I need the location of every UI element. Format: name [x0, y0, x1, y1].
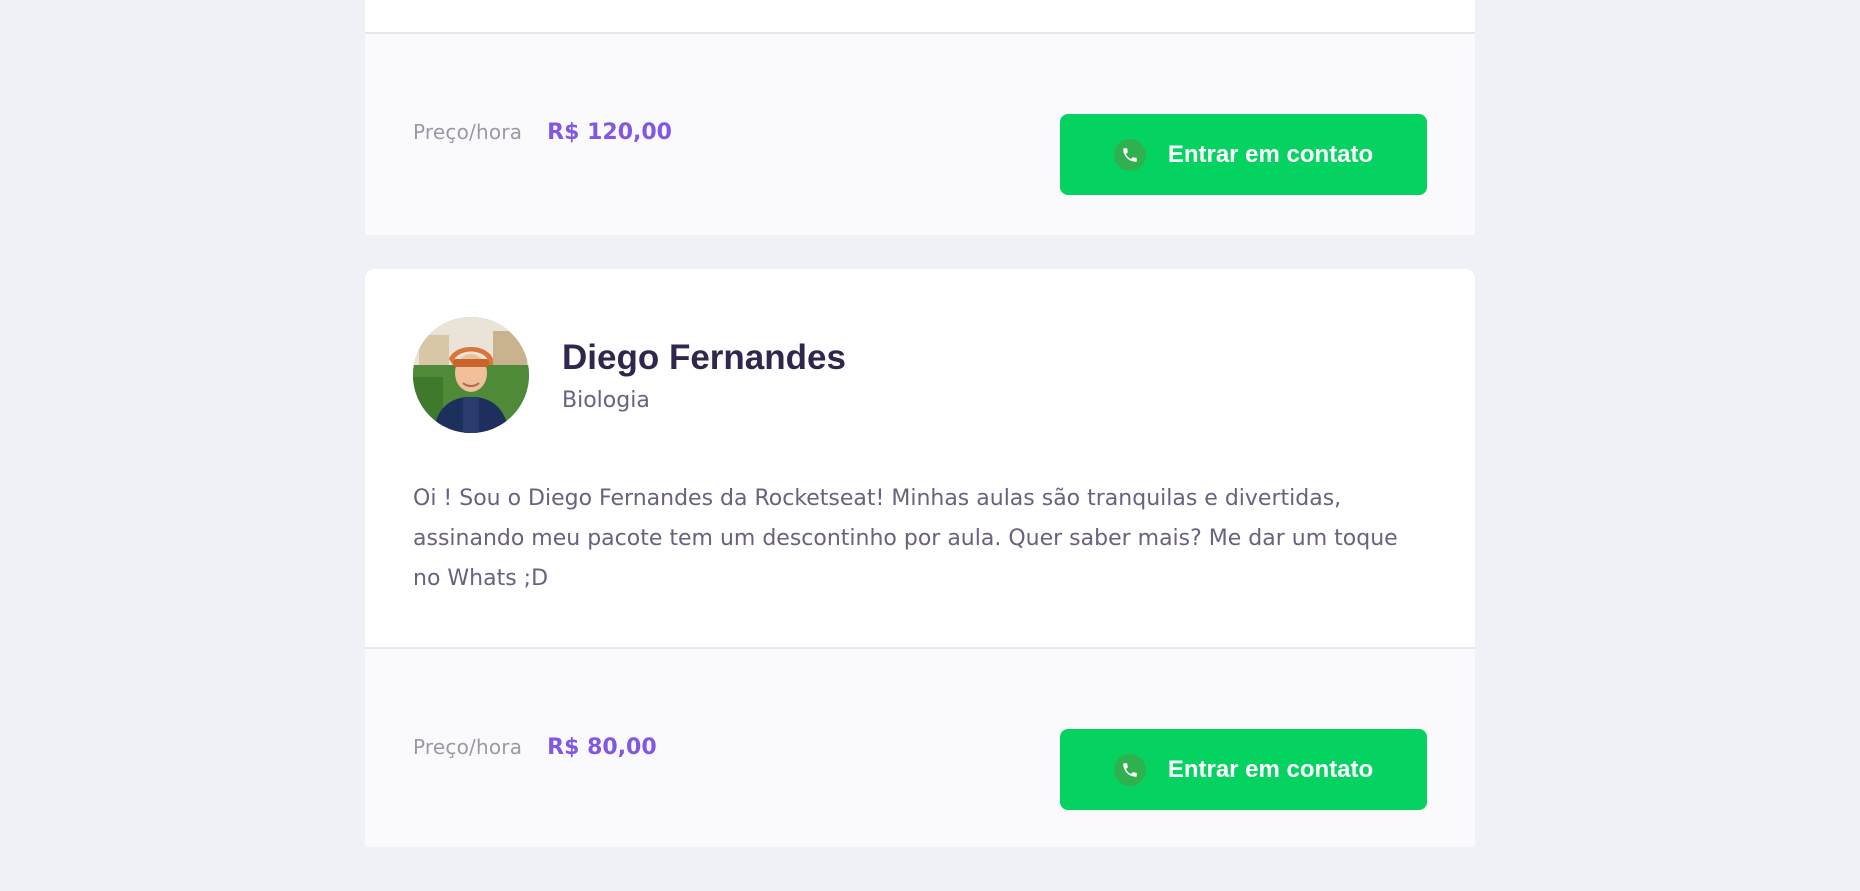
price-value: R$ 80,00 [547, 735, 657, 760]
teacher-card: Diego Fernandes Biologia Oi ! Sou o Dieg… [365, 269, 1475, 847]
contact-button-label: Entrar em contato [1167, 140, 1374, 168]
phone-icon [1113, 138, 1146, 171]
phone-icon [1113, 753, 1146, 786]
teacher-name: Diego Fernandes [562, 337, 846, 377]
contact-button[interactable]: Entrar em contato [1060, 729, 1427, 810]
teacher-list: Preço/hora R$ 120,00 Entrar em contato D… [0, 0, 1860, 891]
avatar [413, 317, 529, 433]
teacher-profile: Diego Fernandes Biologia [413, 317, 846, 433]
price-label: Preço/hora [413, 120, 523, 144]
contact-button[interactable]: Entrar em contato [1060, 114, 1427, 195]
teacher-subject: Biologia [562, 387, 650, 413]
teacher-bio: Oi ! Sou o Diego Fernandes da Rocketseat… [413, 486, 1398, 591]
price-info: Preço/hora R$ 120,00 [413, 120, 672, 145]
card-footer: Preço/hora R$ 120,00 Entrar em contato [365, 34, 1475, 235]
card-body [365, 0, 1475, 34]
teacher-card: Preço/hora R$ 120,00 Entrar em contato [365, 0, 1475, 235]
teacher-info: Diego Fernandes Biologia [562, 338, 846, 413]
price-value: R$ 120,00 [547, 120, 672, 145]
price-info: Preço/hora R$ 80,00 [413, 735, 657, 760]
contact-button-label: Entrar em contato [1167, 755, 1374, 783]
card-footer: Preço/hora R$ 80,00 Entrar em contato [365, 647, 1475, 847]
price-label: Preço/hora [413, 735, 523, 759]
